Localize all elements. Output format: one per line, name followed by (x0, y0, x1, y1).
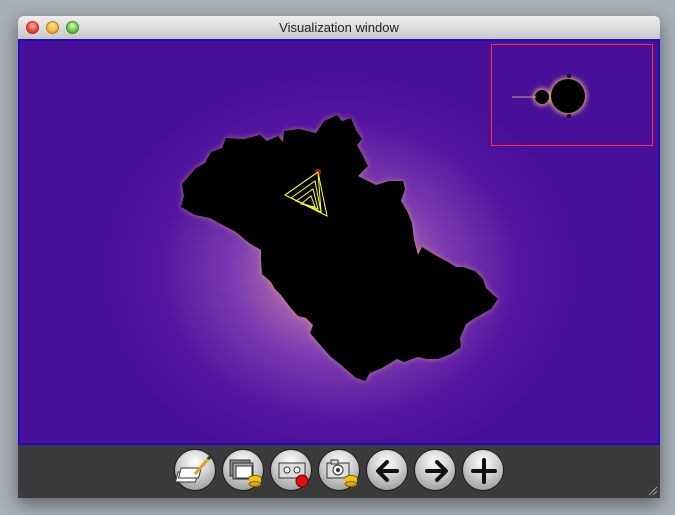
forward-button[interactable] (414, 449, 456, 491)
save-snapshot-button[interactable] (318, 449, 360, 491)
back-button[interactable] (366, 449, 408, 491)
edit-pages-button[interactable] (174, 449, 216, 491)
mandelbrot-preview (512, 74, 587, 118)
visualization-window: Visualization window (18, 16, 660, 498)
zoom-in-button[interactable] (462, 449, 504, 491)
save-snapshot-icon (326, 459, 358, 487)
save-images-button[interactable] (222, 449, 264, 491)
overview-minimap[interactable] (491, 44, 653, 146)
back-arrow-icon (376, 460, 399, 482)
zoom-plus-icon (471, 458, 497, 484)
save-images-icon (229, 459, 262, 487)
record-video-icon (278, 462, 309, 488)
window-title: Visualization window (279, 20, 399, 35)
edit-pages-icon (175, 455, 212, 483)
toolbar (18, 445, 660, 498)
fractal-canvas[interactable] (18, 39, 660, 445)
forward-arrow-icon (425, 460, 448, 482)
record-video-button[interactable] (270, 449, 312, 491)
resize-grip-icon[interactable] (648, 486, 658, 496)
title-bar[interactable]: Visualization window (18, 16, 660, 40)
